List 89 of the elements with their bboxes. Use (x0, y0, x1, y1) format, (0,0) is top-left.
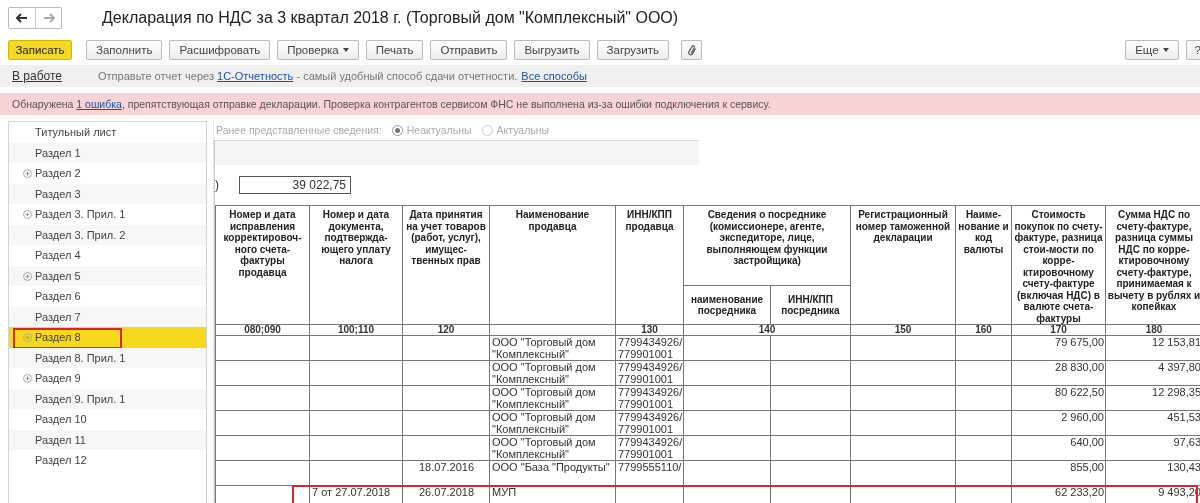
column-header: наименование посредника (683, 285, 771, 325)
expand-icon[interactable] (23, 374, 32, 383)
table-cell: 79 675,00 (1055, 336, 1104, 348)
toolbar-button[interactable]: Отправить (430, 40, 508, 60)
section-item[interactable]: Раздел 1 (9, 142, 206, 163)
table-cell: 80 622,50 (1055, 386, 1104, 398)
window-title: Декларация по НДС за 3 квартал 2018 г. (Торговый дом "Комплексный" ООО) (102, 9, 679, 27)
table-cell: 7799434926/ 779901001 (618, 436, 683, 460)
column-header: Сведения о посреднике (комиссионере, агенте, экспедиторе, лице, выполняющем функции застройщика) (683, 205, 851, 286)
table-cell: 7799434926/ 779901001 (618, 411, 683, 435)
error-link[interactable]: 1 ошибка (76, 98, 122, 110)
table-cell: 130,43 (1167, 461, 1200, 473)
section-item[interactable]: Раздел 11 (9, 429, 206, 450)
section-item[interactable]: Раздел 8. Прил. 1 (9, 347, 206, 368)
table-cell: 7799555110/ (618, 461, 682, 473)
table-cell: 12 298,35 (1152, 386, 1200, 398)
column-code: 140 (758, 325, 776, 335)
column-code: 100;110 (337, 325, 375, 335)
table-cell: 2 960,00 (1061, 411, 1104, 423)
table-cell: 855,00 (1070, 461, 1104, 473)
error-message: Обнаружена 1 ошибка, препятствующая отправке декларации. Проверка контрагентов сервисом ФНС не выполнена из-за ошибки подключения к сервису. (0, 93, 1200, 115)
forward-arrow-icon (42, 13, 55, 23)
table-cell: 7799434926/ 779901001 (618, 361, 683, 385)
more-button[interactable]: Еще (1125, 40, 1179, 60)
column-code: 150 (894, 325, 912, 335)
column-header: Сумма НДС по счету-фактуре, разница суммы НДС по корре-ктировочному счету-фактуре, принимаемая к вычету в рублях и копейках (1105, 205, 1200, 325)
table-cell: 7799434926/ 779901001 (618, 386, 683, 410)
column-code: 180 (1145, 325, 1163, 335)
table-cell: 451,53 (1167, 411, 1200, 423)
radio-group-label: Ранее представленные сведения: (216, 124, 382, 136)
section-item[interactable]: Раздел 7 (9, 306, 206, 327)
caret-icon (1162, 48, 1169, 52)
toolbar-button[interactable]: Выгрузить (514, 40, 590, 60)
section-item[interactable]: Раздел 9. Прил. 1 (9, 388, 206, 409)
column-header: ИНН/КПП продавца (615, 205, 684, 325)
section-item[interactable]: Раздел 3 (9, 183, 206, 204)
table-cell: 97,63 (1173, 436, 1200, 448)
status-message: Отправьте отчет через 1С-Отчетность - самый удобный способ сдачи отчетности. (98, 70, 518, 82)
reporting-link[interactable]: 1С-Отчетность (217, 70, 294, 82)
column-header: Номер и дата исправления корректировоч-ного счета-фактуры продавца (215, 205, 310, 325)
table-cell: ООО "Торговый дом "Комплексный" (492, 411, 596, 435)
column-header: Наиме-нование и код валюты (955, 205, 1012, 325)
expand-icon[interactable] (23, 210, 32, 219)
toolbar-button[interactable]: Загрузить (596, 40, 670, 60)
toolbar-button[interactable]: Заполнить (86, 40, 163, 60)
expand-icon[interactable] (23, 169, 32, 178)
table-cell: МУП (492, 486, 517, 498)
dropdown-button[interactable]: Проверка (277, 40, 359, 60)
section-item[interactable]: Раздел 5 (9, 265, 206, 286)
bracket-text: ) (215, 178, 220, 192)
column-header: Наименование продавца (489, 205, 616, 325)
table-cell: 7 от 27.07.2018 (312, 486, 391, 498)
table-cell: ООО "Торговый дом "Комплексный" (492, 436, 596, 460)
column-code: 170 (1050, 325, 1067, 335)
section-item[interactable]: Раздел 8 (9, 327, 206, 348)
column-header: Номер и дата документа, подтвержда-ющего уплату налога (309, 205, 403, 325)
table-cell: ООО "Торговый дом "Комплексный" (492, 361, 596, 385)
table-cell: ООО "База "Продукты" (492, 461, 610, 473)
toolbar-button[interactable]: Расшифровать (169, 40, 271, 60)
table-cell: 62 233,20 (1055, 486, 1104, 498)
column-header: Регистрационный номер таможенной декларации (850, 205, 956, 325)
column-code: 080;090 (244, 325, 281, 335)
paperclip-icon (686, 43, 697, 57)
table-cell: 28 830,00 (1055, 361, 1104, 373)
section-item[interactable]: Раздел 3. Прил. 2 (9, 224, 206, 245)
table-cell: ООО "Торговый дом "Комплексный" (492, 386, 596, 410)
table-cell: 12 153,81 (1152, 336, 1200, 348)
save-button[interactable]: Записать (8, 40, 72, 60)
table-cell: 7799434926/ 779901001 (618, 336, 683, 360)
status-link[interactable]: В работе (12, 69, 62, 83)
column-code: 120 (437, 325, 455, 335)
all-methods-link[interactable]: Все способы (521, 70, 587, 82)
expand-icon[interactable] (23, 271, 32, 281)
column-header: Стоимость покупок по счету-фактуре, разница стои-мости по корре-ктировочному счету-фактуре (включая НДС) в валюте счета-фактуры (1011, 205, 1106, 325)
table-cell: ООО "Торговый дом "Комплексный" (492, 336, 596, 360)
table-cell: 640,00 (1070, 436, 1104, 448)
total-field: 39 022,75 (239, 176, 351, 194)
help-button[interactable]: ? (1185, 40, 1200, 60)
caret-icon (342, 48, 349, 52)
table-cell: 4 397,80 (1158, 361, 1200, 373)
column-code: 160 (975, 325, 992, 335)
toolbar-button[interactable]: Печать (365, 40, 424, 60)
back-arrow-icon (16, 13, 28, 23)
table-cell: 26.07.2018 (418, 486, 475, 498)
column-code: 130 (641, 325, 658, 335)
expand-icon[interactable] (23, 333, 32, 342)
column-header: Дата принятия на учет товаров (работ, услуг), имущес-твенных прав (402, 205, 490, 325)
table-cell: 18.07.2016 (418, 461, 475, 473)
attach-button[interactable] (681, 40, 703, 60)
